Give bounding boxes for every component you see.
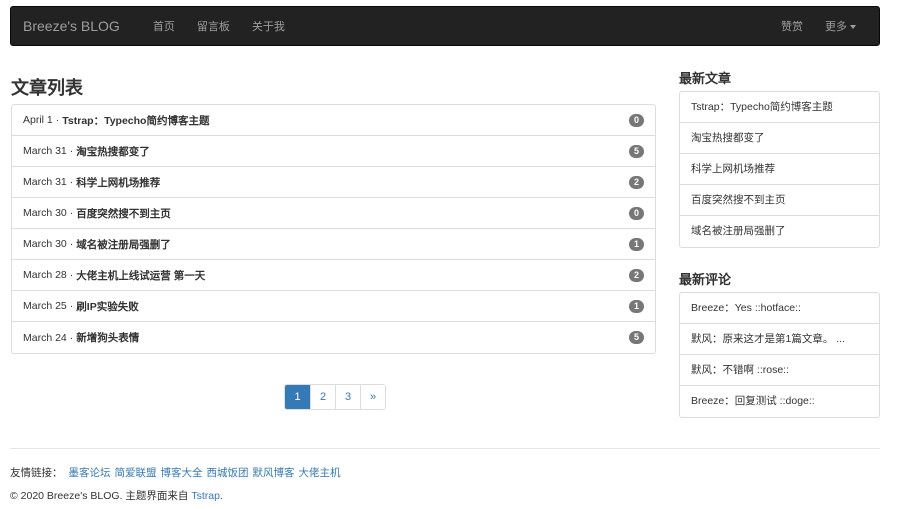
page-title: 文章列表 xyxy=(11,78,83,98)
friend-link[interactable]: 博客大全 xyxy=(161,465,203,480)
friend-link[interactable]: 大佬主机 xyxy=(299,465,341,480)
copyright-suffix: . xyxy=(219,490,223,502)
post-item[interactable]: March 30 · 百度突然搜不到主页 0 xyxy=(12,198,655,229)
footer-divider xyxy=(10,448,880,449)
nav-donate[interactable]: 赞赏 xyxy=(770,18,814,34)
friend-link[interactable]: 墨客论坛 xyxy=(69,465,111,480)
recent-comment-item[interactable]: 默风：原来这才是第1篇文章。 ... xyxy=(680,324,879,355)
recent-posts-heading: 最新文章 xyxy=(679,71,732,86)
recent-post-item[interactable]: 淘宝热搜都变了 xyxy=(680,123,879,154)
post-item[interactable]: March 31 · 淘宝热搜都变了 5 xyxy=(12,136,655,167)
post-item[interactable]: April 1 · Tstrap：Typecho简约博客主题 0 xyxy=(12,105,655,136)
post-separator: · xyxy=(69,176,74,188)
friend-link[interactable]: 西城饭团 xyxy=(207,465,249,480)
copyright: © 2020 Breeze's BLOG. 主题界面来自 Tstrap. xyxy=(10,488,223,503)
recent-comment-item[interactable]: 默风：不错啊 ::rose:: xyxy=(680,355,879,386)
post-separator: · xyxy=(55,114,60,126)
post-date: March 28 xyxy=(23,269,67,281)
post-date: March 31 xyxy=(23,145,67,157)
post-date: March 25 xyxy=(23,300,67,312)
post-item[interactable]: March 24 · 新增狗头表情 5 xyxy=(12,322,655,353)
comment-count-badge: 5 xyxy=(629,144,644,158)
post-date: April 1 xyxy=(23,114,53,126)
comment-count-badge: 5 xyxy=(629,331,644,344)
post-title: 淘宝热搜都变了 xyxy=(76,145,150,158)
nav-home[interactable]: 首页 xyxy=(142,18,186,34)
nav-links: 首页 留言板 关于我 xyxy=(142,18,296,34)
post-separator: · xyxy=(69,331,74,344)
recent-post-item[interactable]: Tstrap：Typecho简约博客主题 xyxy=(680,92,879,123)
friend-links-label: 友情链接： xyxy=(10,467,63,479)
next-page-button[interactable]: » xyxy=(360,385,385,409)
post-date: March 30 xyxy=(23,207,67,219)
caret-down-icon xyxy=(850,25,856,30)
recent-comments-list: Breeze：Yes ::hotface:: 默风：原来这才是第1篇文章。 ..… xyxy=(679,292,880,418)
post-separator: · xyxy=(69,145,74,157)
post-separator: · xyxy=(69,300,74,312)
post-date: March 24 xyxy=(23,331,67,344)
nav-more-label: 更多 xyxy=(825,21,847,33)
post-title: 科学上网机场推荐 xyxy=(76,176,161,189)
post-separator: · xyxy=(69,207,74,219)
recent-post-item[interactable]: 科学上网机场推荐 xyxy=(680,154,879,185)
page-1-button[interactable]: 1 xyxy=(285,385,310,409)
friend-links: 友情链接： 墨客论坛 简爱联盟 博客大全 西城饭团 默风博客 大佬主机 xyxy=(10,465,345,480)
brand-link[interactable]: Breeze's BLOG xyxy=(11,18,132,34)
recent-comments-heading: 最新评论 xyxy=(679,272,732,287)
post-separator: · xyxy=(69,238,74,250)
comment-count-badge: 0 xyxy=(629,113,644,127)
recent-post-item[interactable]: 百度突然搜不到主页 xyxy=(680,185,879,216)
comment-count-badge: 1 xyxy=(629,237,644,251)
top-navbar: Breeze's BLOG 首页 留言板 关于我 赞赏 更多 xyxy=(10,6,880,46)
nav-about[interactable]: 关于我 xyxy=(241,18,296,34)
post-title: 刷IP实验失败 xyxy=(76,300,139,313)
friend-link[interactable]: 简爱联盟 xyxy=(115,465,157,480)
page-3-button[interactable]: 3 xyxy=(335,385,360,409)
copyright-text: © 2020 Breeze's BLOG. 主题界面来自 xyxy=(10,490,192,502)
recent-comment-item[interactable]: Breeze：回复测试 ::doge:: xyxy=(680,386,879,417)
post-list: April 1 · Tstrap：Typecho简约博客主题 0 March 31 ·… xyxy=(11,104,656,354)
nav-more-dropdown[interactable]: 更多 xyxy=(814,18,867,34)
nav-guestbook[interactable]: 留言板 xyxy=(186,18,241,34)
post-date: March 31 xyxy=(23,176,67,188)
post-date: March 30 xyxy=(23,238,67,250)
post-item[interactable]: March 30 · 域名被注册局强删了 1 xyxy=(12,229,655,260)
friend-link[interactable]: 默风博客 xyxy=(253,465,295,480)
nav-right: 赞赏 更多 xyxy=(770,18,879,34)
post-separator: · xyxy=(69,269,74,281)
comment-count-badge: 1 xyxy=(629,299,644,313)
pagination: 1 2 3 » xyxy=(284,384,386,410)
post-title: 百度突然搜不到主页 xyxy=(76,207,171,220)
comment-count-badge: 2 xyxy=(629,268,644,282)
post-title: Tstrap：Typecho简约博客主题 xyxy=(62,114,210,127)
recent-posts-list: Tstrap：Typecho简约博客主题 淘宝热搜都变了 科学上网机场推荐 百度… xyxy=(679,91,880,248)
post-title: 大佬主机上线试运营 第一天 xyxy=(76,269,206,282)
post-item[interactable]: March 31 · 科学上网机场推荐 2 xyxy=(12,167,655,198)
post-item[interactable]: March 28 · 大佬主机上线试运营 第一天 2 xyxy=(12,260,655,291)
post-item[interactable]: March 25 · 刷IP实验失败 1 xyxy=(12,291,655,322)
post-title: 域名被注册局强删了 xyxy=(76,238,171,251)
recent-post-item[interactable]: 域名被注册局强删了 xyxy=(680,216,879,247)
page-2-button[interactable]: 2 xyxy=(310,385,335,409)
comment-count-badge: 0 xyxy=(629,206,644,220)
recent-comment-item[interactable]: Breeze：Yes ::hotface:: xyxy=(680,293,879,324)
theme-link[interactable]: Tstrap xyxy=(191,490,220,502)
comment-count-badge: 2 xyxy=(629,175,644,189)
post-title: 新增狗头表情 xyxy=(76,332,140,344)
